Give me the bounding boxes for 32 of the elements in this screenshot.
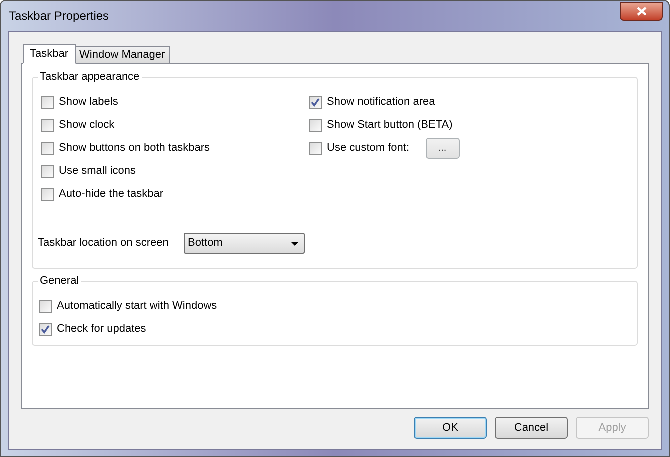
checkbox[interactable] — [41, 119, 54, 132]
ellipsis-button[interactable]: ... — [426, 138, 460, 159]
checkbox-label: Use small icons — [59, 164, 136, 180]
location-dropdown[interactable]: Bottom — [184, 233, 305, 254]
checkbox-label: Show labels — [59, 95, 118, 110]
checkbox-label: Show buttons on both taskbars — [59, 141, 210, 156]
checkbox[interactable] — [41, 165, 54, 178]
close-icon — [636, 6, 646, 16]
checkbox-label: Auto-hide the taskbar — [59, 187, 164, 202]
dialog-button[interactable]: OK — [414, 417, 487, 439]
checkbox-label: Show clock — [59, 118, 115, 134]
dialog-button[interactable]: Cancel — [495, 417, 568, 439]
checkbox-label: Use custom font: — [327, 141, 410, 156]
checkbox[interactable] — [39, 323, 52, 336]
checkbox[interactable] — [39, 300, 52, 313]
checkbox[interactable] — [309, 119, 322, 132]
window-title: Taskbar Properties — [9, 8, 110, 25]
checkbox-label: Check for updates — [57, 322, 146, 338]
checkbox-label: Show Start button (BETA) — [327, 118, 453, 134]
group-title: Taskbar appearance — [38, 70, 142, 84]
dropdown-arrow-icon — [291, 242, 299, 246]
close-button[interactable] — [620, 2, 663, 20]
checkbox[interactable] — [309, 142, 322, 155]
checkbox[interactable] — [41, 142, 54, 155]
checkbox[interactable] — [41, 96, 54, 109]
checkbox[interactable] — [41, 188, 54, 201]
checkbox-label: Show notification area — [327, 95, 436, 110]
tab[interactable]: Window Manager — [76, 46, 170, 64]
checkbox-label: Automatically start with Windows — [57, 299, 218, 314]
tab[interactable]: Taskbar — [23, 44, 76, 64]
location-label: Taskbar location on screen — [38, 236, 170, 252]
checkbox[interactable] — [309, 96, 322, 109]
